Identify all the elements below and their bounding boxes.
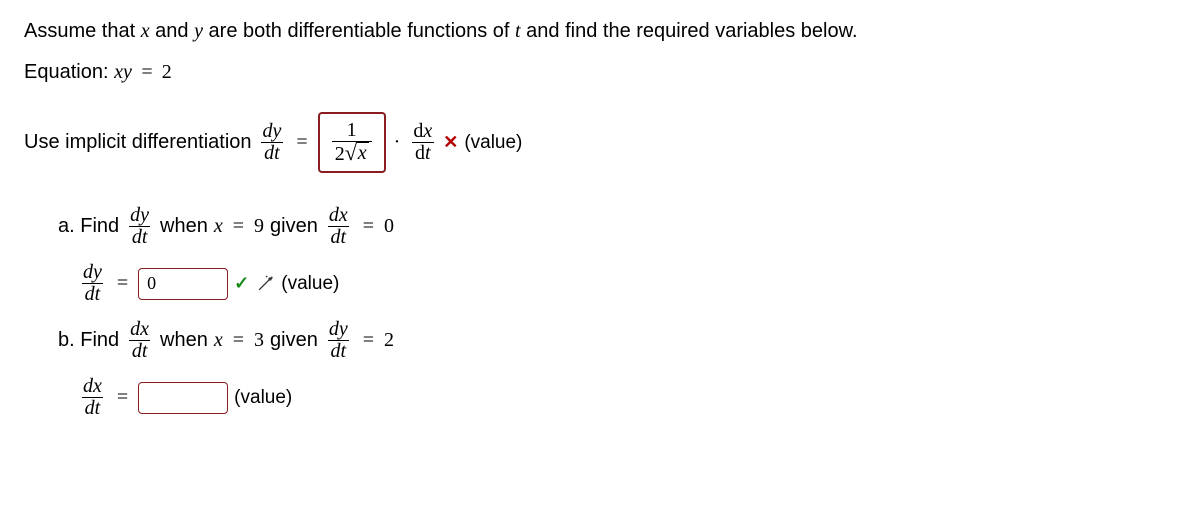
frac-den-d: d — [415, 142, 425, 164]
part-a-dy-dt: dy dt — [127, 205, 152, 248]
part-b-ans-frac: dx dt — [80, 376, 105, 419]
pa-den2: dt — [331, 226, 347, 248]
box-frac-num: 1 — [344, 120, 360, 141]
implicit-answer-box[interactable]: 1 2√x — [318, 112, 386, 173]
pb-den: dt — [132, 340, 148, 362]
sqrt-icon: √x — [345, 142, 369, 164]
part-a-dx-dt: dx dt — [326, 205, 351, 248]
part-a-rhs: 0 — [384, 215, 394, 238]
intro-text: Assume that x and y are both differentia… — [24, 20, 858, 42]
part-b-answer-row: dx dt = (value) — [24, 376, 1176, 419]
pb-ans-num: dx — [83, 375, 102, 397]
equation-rhs: 2 — [162, 61, 172, 83]
equation-line: Equation: xy = 2 — [24, 61, 1176, 84]
part-b-label: b. Find — [58, 329, 119, 352]
implicit-label: Use implicit differentiation — [24, 131, 252, 154]
part-b-when: when — [160, 329, 208, 352]
part-a-answer-row: dy dt = 0 ✓ (value) — [24, 262, 1176, 305]
part-b-dx-dt: dx dt — [127, 319, 152, 362]
frac-num-dy: dy — [263, 120, 282, 142]
box-frac-den-coeff: 2 — [335, 143, 345, 165]
frac-num-x: x — [423, 120, 432, 142]
part-a-label: a. Find — [58, 215, 119, 238]
pa-num2: dx — [329, 204, 348, 226]
box-fraction: 1 2√x — [332, 120, 372, 165]
part-b-x: x — [214, 329, 223, 352]
sqrt-radicand: x — [356, 142, 369, 164]
part-a-x: x — [214, 215, 223, 238]
pb-eq2: = — [359, 329, 378, 352]
dx-dt-fraction: dx dt — [410, 121, 435, 164]
part-a-when: when — [160, 215, 208, 238]
part-a-given: given — [270, 215, 318, 238]
frac-num-d: d — [413, 120, 423, 142]
part-b-dy-dt: dy dt — [326, 319, 351, 362]
pa-num: dy — [130, 204, 149, 226]
equation-eq: = — [137, 61, 161, 83]
pa-ans-den: dt — [85, 283, 101, 305]
pb-num2: dy — [329, 318, 348, 340]
pa-eq1: = — [229, 215, 248, 238]
part-a-answer-value: 0 — [147, 273, 156, 294]
value-label-2: (value) — [281, 273, 339, 295]
eq-sign-1: = — [292, 131, 311, 154]
pa-den: dt — [132, 226, 148, 248]
part-a-xval: 9 — [254, 215, 264, 238]
pa-ans-num: dy — [83, 261, 102, 283]
part-b-xval: 3 — [254, 329, 264, 352]
equation-xy: xy — [114, 61, 132, 83]
problem-intro: Assume that x and y are both differentia… — [24, 20, 1176, 43]
frac-den-dt: dt — [264, 142, 280, 164]
pb-den2: dt — [331, 340, 347, 362]
pb-ans-eq: = — [113, 386, 132, 409]
part-a-answer-input[interactable]: 0 — [138, 268, 228, 300]
correct-icon: ✓ — [234, 273, 249, 294]
part-b-rhs: 2 — [384, 329, 394, 352]
value-label-3: (value) — [234, 387, 292, 409]
frac-den-t: t — [425, 142, 431, 164]
implicit-row: Use implicit differentiation dy dt = 1 2… — [24, 112, 1176, 173]
pb-eq1: = — [229, 329, 248, 352]
pa-eq2: = — [359, 215, 378, 238]
pb-ans-den: dt — [85, 397, 101, 419]
part-b-answer-input[interactable] — [138, 382, 228, 414]
dot-multiply: · — [392, 131, 403, 154]
dy-dt-fraction: dy dt — [260, 121, 285, 164]
value-label-1: (value) — [464, 132, 522, 154]
part-a-prompt: a. Find dy dt when x = 9 given dx dt = 0 — [24, 205, 1176, 248]
part-a-ans-frac: dy dt — [80, 262, 105, 305]
pb-num: dx — [130, 318, 149, 340]
part-b-prompt: b. Find dx dt when x = 3 given dy dt = 2 — [24, 319, 1176, 362]
part-b-given: given — [270, 329, 318, 352]
wand-icon[interactable] — [255, 274, 275, 294]
pa-ans-eq: = — [113, 272, 132, 295]
wrong-icon: ✕ — [443, 132, 458, 153]
equation-prefix: Equation: — [24, 61, 114, 83]
